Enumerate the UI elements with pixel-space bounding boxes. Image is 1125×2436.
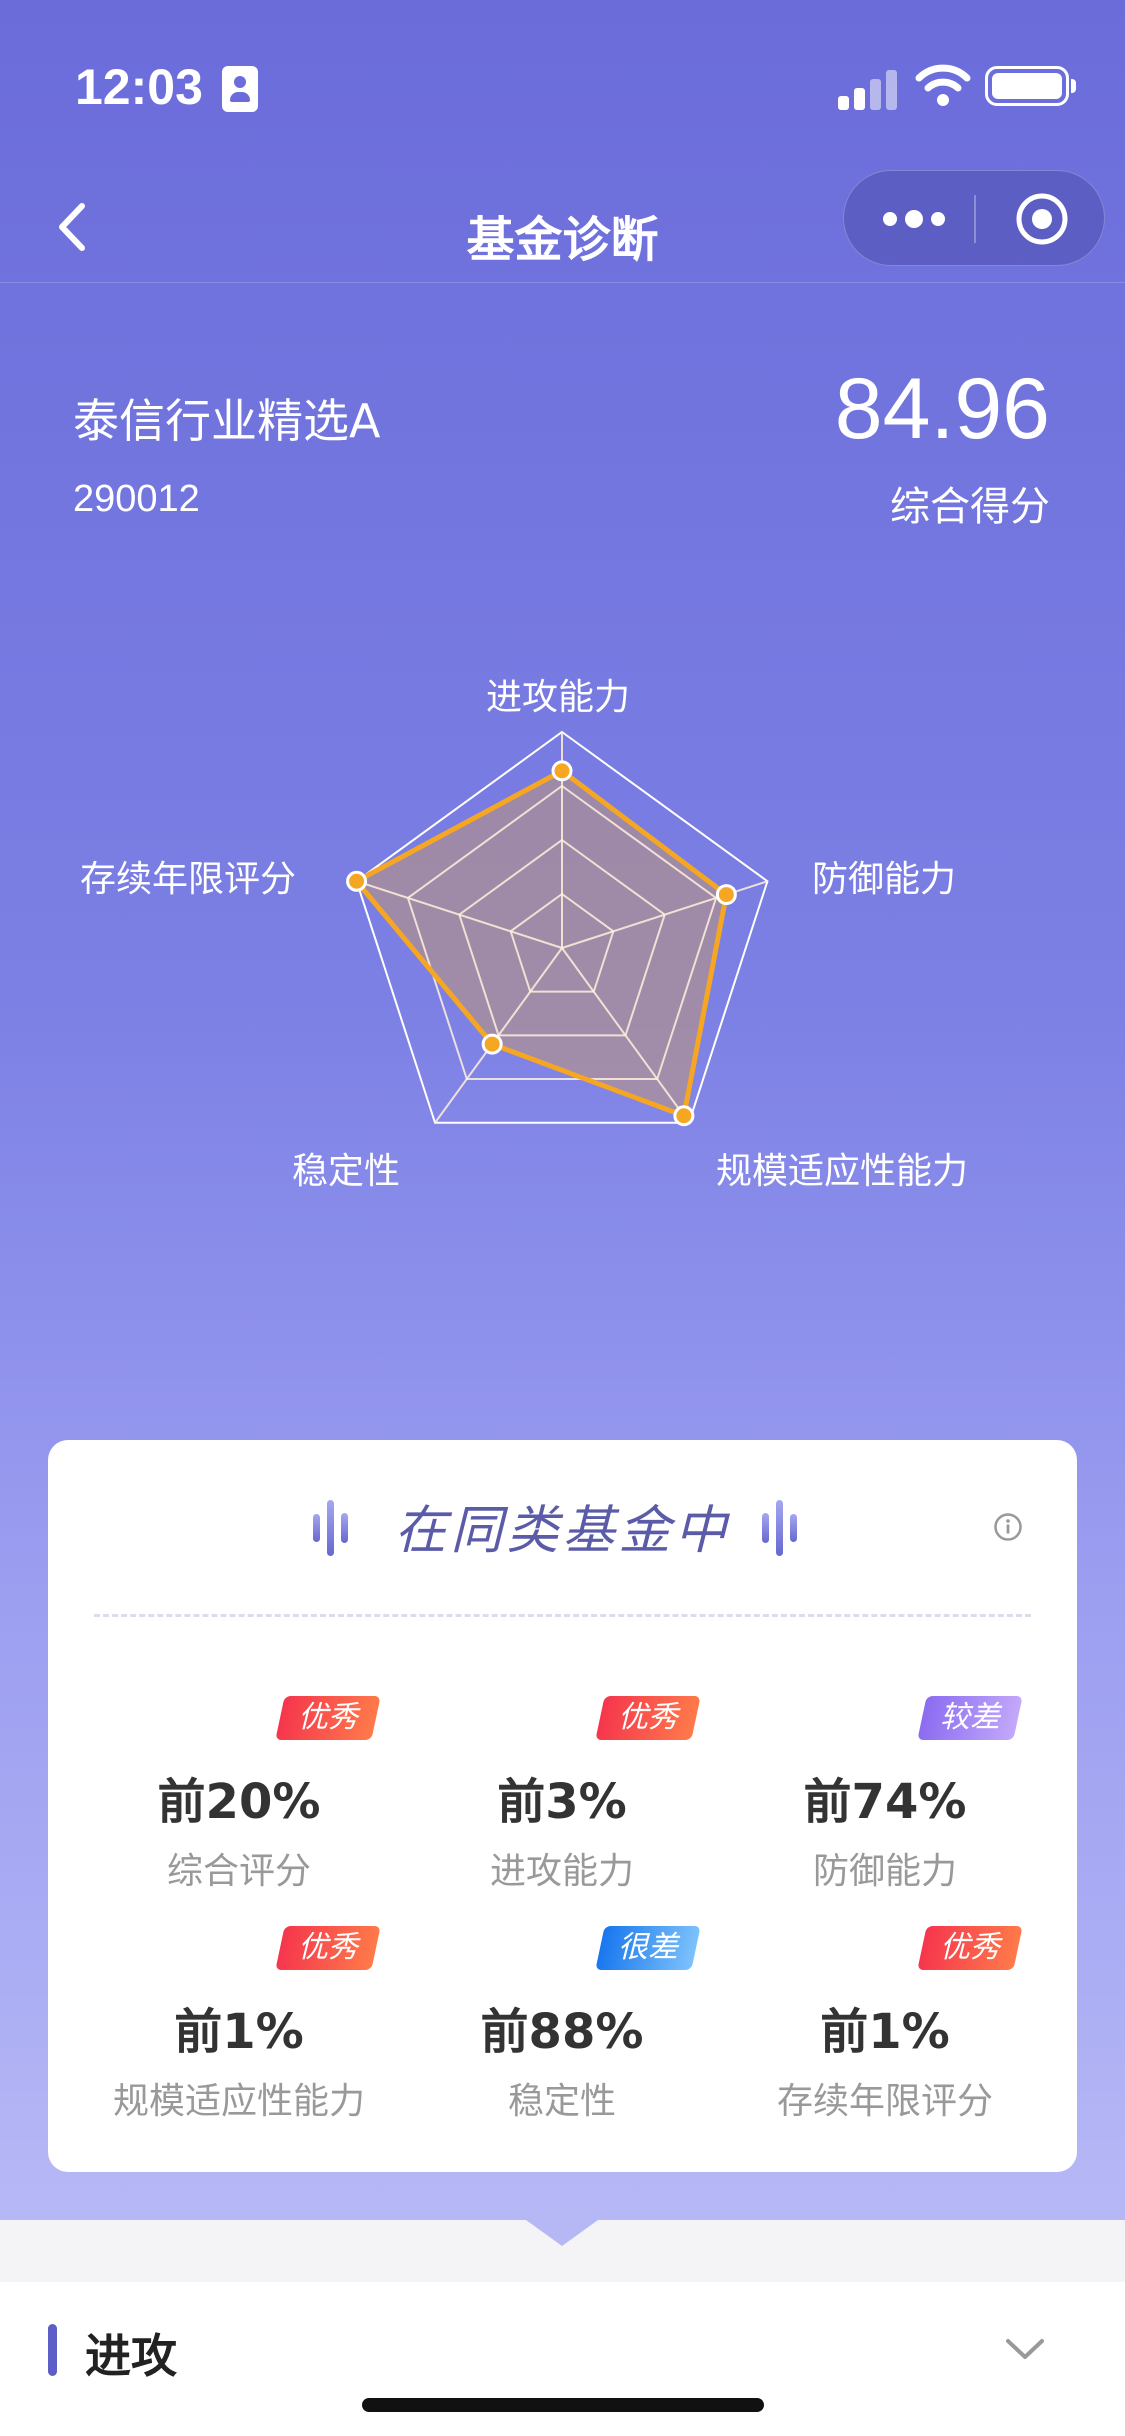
capsule-divider xyxy=(974,195,976,243)
ranking-item-overall: 前20% 综合评分 xyxy=(74,1762,404,1894)
overall-score: 84.96 xyxy=(834,361,1050,457)
more-menu-button[interactable] xyxy=(874,199,954,239)
card-title: 在同类基金中 xyxy=(394,1501,731,1561)
fund-name: 泰信行业精选A xyxy=(73,394,381,448)
ranking-percent: 前88% xyxy=(480,2004,644,2060)
ranking-percent: 前1% xyxy=(820,2004,950,2060)
ranking-percent: 前74% xyxy=(803,1774,967,1830)
ranking-item-duration: 前1% 存续年限评分 xyxy=(720,1992,1050,2124)
rating-badge: 很差 xyxy=(595,1926,701,1970)
ranking-item-attack: 前3% 进攻能力 xyxy=(397,1762,727,1894)
card-divider xyxy=(94,1614,1031,1617)
section-accent-bar xyxy=(48,2324,57,2376)
radar-label-scale: 规模适应性能力 xyxy=(716,1151,969,1192)
ranking-percent: 前3% xyxy=(497,1774,627,1830)
ranking-label: 防御能力 xyxy=(812,1851,957,1892)
ranking-item-defense: 前74% 防御能力 xyxy=(720,1762,1050,1894)
rating-badge: 优秀 xyxy=(917,1926,1023,1970)
info-icon[interactable] xyxy=(993,1512,1023,1542)
overall-score-label: 综合得分 xyxy=(890,484,1050,530)
radar-value-point xyxy=(481,1033,503,1055)
chevron-down-icon[interactable] xyxy=(1000,2332,1050,2366)
rating-badge: 较差 xyxy=(917,1696,1023,1740)
ranking-item-scale: 前1% 规模适应性能力 xyxy=(74,1992,404,2124)
ranking-percent: 前20% xyxy=(157,1774,321,1830)
peer-ranking-card: 在同类基金中 优秀 前20% 综合评分 优秀 前3% 进攻能力 较差 前74% … xyxy=(48,1440,1077,2172)
close-mini-program-button[interactable] xyxy=(1014,191,1070,247)
radar-value-point xyxy=(346,870,368,892)
radar-label-duration: 存续年限评分 xyxy=(80,859,297,900)
wifi-icon xyxy=(915,64,971,106)
rating-badge: 优秀 xyxy=(275,1696,381,1740)
radar-label-attack: 进攻能力 xyxy=(486,677,631,718)
status-bar: 12:03 xyxy=(0,0,1125,170)
mini-program-capsule xyxy=(843,170,1105,266)
radar-value-point xyxy=(673,1105,695,1127)
section-pointer xyxy=(526,2220,598,2246)
radar-value-point xyxy=(551,760,573,782)
radar-label-defense: 防御能力 xyxy=(812,859,957,900)
rating-badge: 优秀 xyxy=(275,1926,381,1970)
status-time: 12:03 xyxy=(75,59,203,115)
ranking-label: 稳定性 xyxy=(507,2081,616,2122)
radar-chart-svg xyxy=(346,730,769,1127)
ranking-item-stability: 前88% 稳定性 xyxy=(397,1992,727,2124)
radar-value-point xyxy=(715,884,737,906)
rating-badge: 优秀 xyxy=(595,1696,701,1740)
fund-code: 290012 xyxy=(73,478,200,520)
ranking-label: 进攻能力 xyxy=(489,1851,634,1892)
ranking-label: 规模适应性能力 xyxy=(112,2081,365,2122)
battery-icon xyxy=(985,66,1076,106)
ranking-percent: 前1% xyxy=(174,2004,304,2060)
radar-chart: 进攻能力 防御能力 规模适应性能力 稳定性 存续年限评分 xyxy=(0,640,1125,1220)
section-header-attack[interactable]: 进攻 xyxy=(0,2282,1125,2436)
contact-card-icon xyxy=(222,66,258,112)
ranking-label: 综合评分 xyxy=(166,1851,311,1892)
navigation-bar: 基金诊断 xyxy=(0,170,1125,283)
sound-wave-decoration-right xyxy=(762,1500,810,1556)
home-indicator xyxy=(362,2398,764,2412)
section-title: 进攻 xyxy=(85,2329,177,2383)
ranking-label: 存续年限评分 xyxy=(776,2081,993,2122)
cellular-signal-icon xyxy=(838,68,898,110)
radar-label-stability: 稳定性 xyxy=(292,1151,401,1192)
